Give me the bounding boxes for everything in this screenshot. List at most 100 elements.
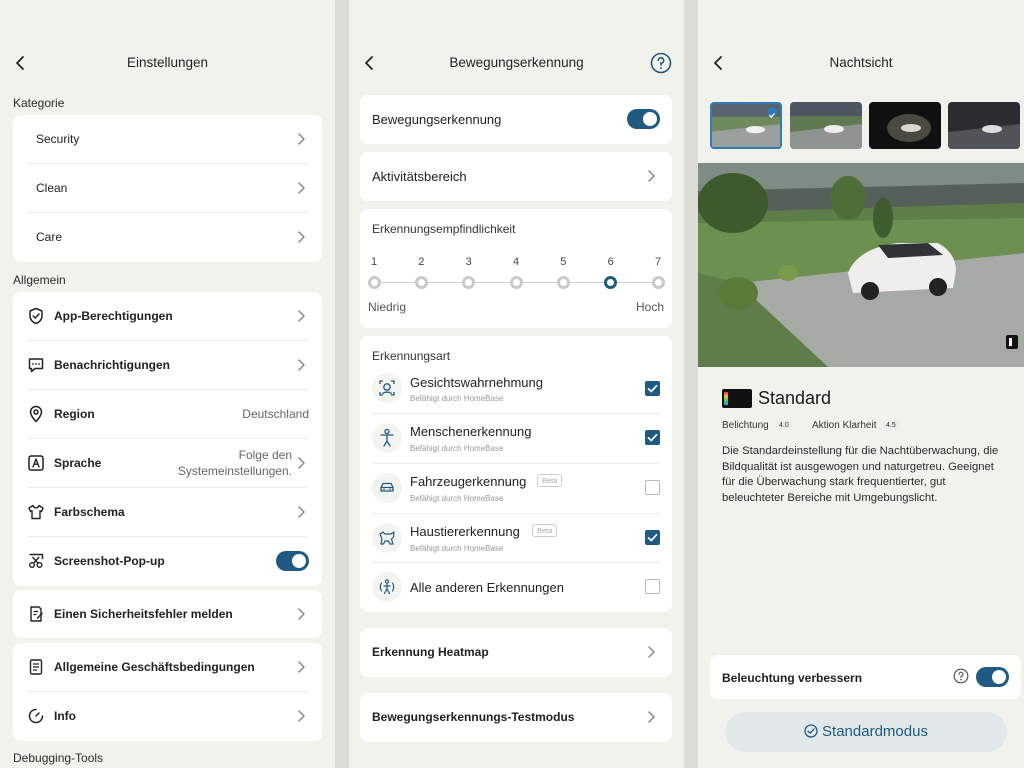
category-card: Security Clean Care [13, 115, 322, 262]
beta-badge: Beta [532, 524, 558, 537]
document-edit-icon [30, 606, 43, 622]
general-section-label: Allgemein [13, 273, 66, 287]
slider-step-dot[interactable] [604, 276, 618, 289]
settings-panel: Einstellungen Kategorie Security Clean C… [0, 0, 335, 768]
chevron-right-icon [298, 661, 305, 673]
detection-subtitle: Befähigt durch HomeBase [410, 394, 504, 403]
face-scan-icon [372, 373, 402, 403]
notifications-label: Benachrichtigungen [54, 358, 171, 372]
slider-step-dot[interactable] [367, 276, 381, 289]
chevron-right-icon [648, 646, 655, 658]
person-detection-checkbox[interactable] [645, 430, 660, 445]
person-icon [372, 423, 402, 453]
night-mode-thumbnail-standard[interactable] [710, 102, 782, 149]
test-mode-card[interactable]: Bewegungserkennungs-Testmodus [360, 693, 672, 742]
motion-toggle-label: Bewegungserkennung [372, 112, 502, 127]
pet-icon [372, 523, 402, 553]
screenshot-popup-toggle[interactable] [276, 551, 309, 571]
category-item-label: Care [36, 230, 63, 244]
mode-description: Die Standardeinstellung für die Nachtübe… [722, 445, 999, 504]
night-header: Nachtsicht [698, 46, 1024, 80]
language-label: Sprache [54, 456, 102, 470]
night-mode-thumbnail-3[interactable] [869, 102, 941, 149]
slider-step-label: 7 [654, 256, 662, 268]
document-list-icon [29, 659, 43, 675]
language-value-line1: Folge den [238, 448, 292, 462]
detection-row-pet[interactable]: Haustiererkennung Beta Befähigt durch Ho… [360, 514, 672, 563]
sensitivity-slider[interactable]: 1 2 3 4 5 6 7 [360, 256, 672, 296]
activity-zone-card[interactable]: Aktivitätsbereich [360, 152, 672, 201]
other-detection-checkbox[interactable] [645, 579, 660, 594]
screenshot-popup-row: Screenshot-Pop-up [13, 537, 322, 586]
info-row[interactable]: Info [13, 692, 322, 741]
sensitivity-label: Erkennungsempfindlichkeit [372, 222, 516, 236]
night-mode-thumbnail-4[interactable] [948, 102, 1020, 149]
category-section-label: Kategorie [13, 96, 65, 110]
report-bug-card[interactable]: Einen Sicherheitsfehler melden [13, 590, 322, 638]
improve-lighting-toggle[interactable] [976, 667, 1009, 687]
chevron-right-icon [648, 711, 655, 723]
notifications-row[interactable]: Benachrichtigungen [13, 341, 322, 390]
sensitivity-low-label: Niedrig [368, 300, 407, 314]
detection-row-vehicle[interactable]: Fahrzeugerkennung Beta Befähigt durch Ho… [360, 464, 672, 513]
debug-section-label: Debugging-Tools [13, 751, 104, 765]
region-row[interactable]: Region Deutschland [13, 390, 322, 439]
color-scheme-row[interactable]: Farbschema [13, 488, 322, 537]
category-item-care[interactable]: Care [13, 213, 322, 262]
night-vision-preview-image [698, 163, 1024, 367]
test-mode-label: Bewegungserkennungs-Testmodus [372, 710, 575, 724]
slider-step-label: 5 [560, 256, 567, 268]
help-circle-icon[interactable] [650, 52, 672, 74]
improve-lighting-label: Beleuchtung verbessern [722, 671, 863, 685]
improve-lighting-card: Beleuchtung verbessern [710, 655, 1021, 699]
motion-detection-panel: Bewegungserkennung Bewegungserkennung Ak… [349, 0, 684, 768]
detection-type-card: Erkennungsart Gesichtswahrnehmung Befähi… [360, 336, 672, 612]
screenshot-popup-label: Screenshot-Pop-up [54, 554, 165, 568]
slider-step-dot[interactable] [509, 276, 523, 289]
face-detection-checkbox[interactable] [645, 381, 660, 396]
shield-check-icon [29, 307, 43, 325]
general-card: App-Berechtigungen Benachrichtigungen Re… [13, 292, 322, 586]
exposure-label: Belichtung [722, 420, 769, 431]
slider-step-label: 6 [607, 256, 614, 268]
slider-step-label: 3 [465, 256, 472, 268]
motion-detection-toggle[interactable] [627, 109, 660, 129]
night-mode-thumbnail-2[interactable] [790, 102, 862, 149]
motion-waves-icon [372, 572, 402, 602]
chevron-right-icon [298, 310, 305, 322]
check-circle-icon [804, 724, 818, 738]
vehicle-detection-checkbox[interactable] [645, 480, 660, 495]
terms-label: Allgemeine Geschäftsbedingungen [54, 660, 255, 674]
report-bug-label: Einen Sicherheitsfehler melden [54, 607, 233, 621]
detection-row-person[interactable]: Menschenerkennung Befähigt durch HomeBas… [360, 414, 672, 463]
detection-row-face[interactable]: Gesichtswahrnehmung Befähigt durch HomeB… [360, 364, 672, 413]
slider-step-dot[interactable] [556, 276, 570, 289]
terms-info-card: Allgemeine Geschäftsbedingungen Info [13, 643, 322, 741]
heatmap-card[interactable]: Erkennung Heatmap [360, 628, 672, 677]
category-item-clean[interactable]: Clean [13, 164, 322, 213]
slider-step-dot[interactable] [414, 276, 428, 289]
standard-mode-button[interactable]: Standardmodus [725, 712, 1007, 752]
clarity-value: 4.5 [883, 421, 899, 430]
slider-step-label: 4 [512, 256, 520, 268]
slider-step-dot[interactable] [462, 276, 476, 289]
settings-header: Einstellungen [0, 46, 335, 80]
standard-mode-label: Standardmodus [822, 723, 928, 740]
scissors-icon [29, 553, 44, 568]
category-item-label: Clean [36, 181, 68, 195]
pet-detection-checkbox[interactable] [645, 530, 660, 545]
help-circle-icon[interactable] [953, 668, 969, 684]
slider-step-label: 1 [370, 256, 378, 268]
detection-row-other[interactable]: Alle anderen Erkennungen [360, 563, 672, 612]
chevron-right-icon [648, 170, 655, 182]
terms-row[interactable]: Allgemeine Geschäftsbedingungen [13, 643, 322, 692]
tshirt-icon [28, 504, 44, 520]
chevron-right-icon [298, 457, 305, 469]
slider-step-dot[interactable] [651, 276, 665, 289]
category-item-security[interactable]: Security [13, 115, 322, 164]
info-label: Info [54, 709, 76, 723]
language-row[interactable]: Sprache Folge den Systemeinstellungen. [13, 439, 322, 488]
sensitivity-card: Erkennungsempfindlichkeit 1 2 3 4 5 6 7 Niedri… [360, 209, 672, 328]
app-permissions-row[interactable]: App-Berechtigungen [13, 292, 322, 341]
night-vision-panel: Nachtsicht Standard Belichtung 4.0 Aktio… [698, 0, 1024, 768]
